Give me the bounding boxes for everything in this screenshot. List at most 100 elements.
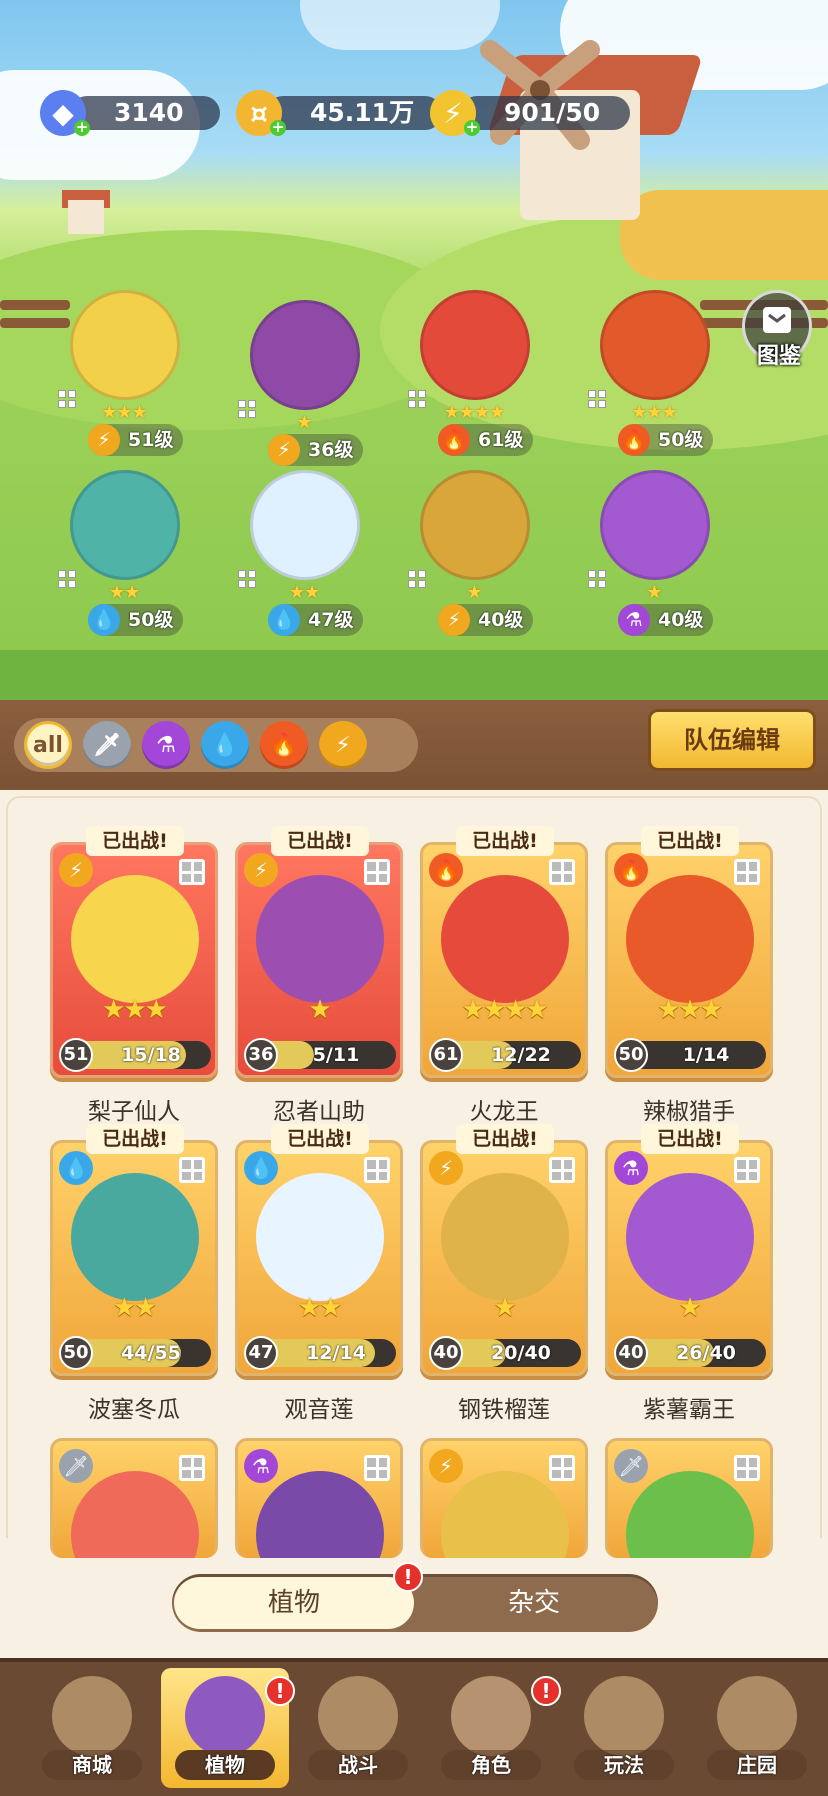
star-rating: ★★ — [112, 1293, 158, 1323]
deployed-badge: 已出战! — [456, 826, 554, 856]
water-icon: 💧 — [244, 1151, 278, 1185]
plant-name: 忍者山助 — [273, 1099, 365, 1125]
nav-alert-badge: ! — [265, 1676, 295, 1706]
team-plant-sprite[interactable] — [420, 470, 530, 580]
plant-portrait — [71, 875, 199, 1003]
team-edit-button[interactable]: 队伍编辑 — [648, 709, 816, 771]
plant-card[interactable]: ⚡ ★ 36 5/11 — [235, 842, 403, 1078]
star-rating: ★★★★ — [461, 995, 548, 1025]
team-plant-sprite[interactable] — [250, 300, 360, 410]
plant-card[interactable]: ⚡ ★ 40 20/40 — [420, 1140, 588, 1376]
water-icon: 💧 — [88, 604, 120, 636]
filter-fire[interactable]: 🔥 — [260, 721, 308, 769]
plant-name: 紫薯霸王 — [643, 1397, 735, 1423]
formation-grid-icon — [364, 1455, 390, 1481]
card-progress-text: 44/55 — [121, 1342, 181, 1364]
nav-label: 战斗 — [308, 1750, 408, 1780]
plant-card[interactable]: ⚗ — [235, 1438, 403, 1558]
plant-card[interactable]: 💧 ★★ 47 12/14 — [235, 1140, 403, 1376]
lightning-icon: ⚡ — [268, 434, 300, 466]
fence — [0, 300, 70, 310]
hybrid-alert-badge: ! — [393, 1562, 423, 1592]
team-plant-sprite[interactable] — [600, 470, 710, 580]
windmill-icon — [470, 20, 610, 160]
deployed-badge: 已出战! — [86, 826, 184, 856]
nav-alert-badge: ! — [531, 1676, 561, 1706]
manor-icon — [717, 1676, 797, 1756]
fence — [0, 318, 70, 328]
plant-card[interactable]: ⚡ — [420, 1438, 588, 1558]
lightning-icon: ⚡ — [438, 604, 470, 636]
filter-sword[interactable]: 🗡 — [83, 721, 131, 769]
upgrade-progress-bar: 50 1/14 — [614, 1038, 766, 1072]
filter-lightning[interactable]: ⚡ — [319, 721, 367, 769]
star-rating: ★ — [646, 582, 662, 603]
lightning-icon: ⚡ — [429, 1449, 463, 1483]
team-plant-sprite[interactable] — [70, 290, 180, 400]
card-progress-text: 20/40 — [491, 1342, 551, 1364]
nav-manor[interactable]: 庄园 — [693, 1668, 821, 1788]
upgrade-progress-bar: 40 26/40 — [614, 1336, 766, 1370]
deployed-badge: 已出战! — [641, 1124, 739, 1154]
nav-battle[interactable]: 战斗 — [294, 1668, 422, 1788]
plant-card[interactable]: 🔥 ★★★★ 61 12/22 — [420, 842, 588, 1078]
small-house — [68, 200, 104, 234]
deployed-badge: 已出战! — [271, 1124, 369, 1154]
shop-icon — [52, 1676, 132, 1756]
deployed-badge: 已出战! — [86, 1124, 184, 1154]
nav-gameplay[interactable]: 玩法 — [560, 1668, 688, 1788]
formation-grid-icon — [364, 859, 390, 885]
plant-portrait — [256, 1471, 384, 1558]
star-rating: ★★★ — [657, 995, 723, 1025]
star-rating: ★ — [493, 1293, 516, 1323]
filter-poison[interactable]: ⚗ — [142, 721, 190, 769]
plant-portrait — [626, 875, 754, 1003]
card-level-badge: 61 — [429, 1038, 463, 1072]
tab-plants[interactable]: 植物 — [174, 1577, 414, 1629]
formation-grid-icon — [549, 1455, 575, 1481]
filter-water[interactable]: 💧 — [201, 721, 249, 769]
nav-label: 庄园 — [707, 1750, 807, 1780]
plant-card[interactable]: 🗡 — [50, 1438, 218, 1558]
plant-card[interactable]: 🗡 — [605, 1438, 773, 1558]
tab-hybrid[interactable]: 杂交 — [414, 1577, 654, 1629]
card-progress-text: 12/22 — [491, 1044, 551, 1066]
plant-name: 钢铁榴莲 — [458, 1397, 550, 1423]
add-coins-icon[interactable]: + — [270, 120, 286, 136]
add-gems-icon[interactable]: + — [74, 120, 90, 136]
plant-card[interactable]: 💧 ★★ 50 44/55 — [50, 1140, 218, 1376]
team-plant-sprite[interactable] — [420, 290, 530, 400]
formation-grid-icon — [179, 1157, 205, 1183]
card-level-badge: 40 — [429, 1336, 463, 1370]
gems-counter: 3140 — [70, 96, 220, 130]
star-rating: ★ — [296, 412, 312, 433]
lightning-icon: ⚡ — [335, 732, 351, 758]
formation-grid-icon — [549, 1157, 575, 1183]
plant-card[interactable]: ⚡ ★★★ 51 15/18 — [50, 842, 218, 1078]
upgrade-progress-bar: 50 44/55 — [59, 1336, 211, 1370]
card-progress-text: 15/18 — [121, 1044, 181, 1066]
team-plant-sprite[interactable] — [600, 290, 710, 400]
plant-card[interactable]: ⚗ ★ 40 26/40 — [605, 1140, 773, 1376]
filter-all[interactable]: all — [24, 721, 72, 769]
water-icon: 💧 — [59, 1151, 93, 1185]
plant-portrait — [626, 1173, 754, 1301]
plant-card[interactable]: 🔥 ★★★ 50 1/14 — [605, 842, 773, 1078]
nav-shop[interactable]: 商城 — [28, 1668, 156, 1788]
filter-all-label: all — [33, 732, 63, 758]
add-energy-icon[interactable]: + — [464, 120, 480, 136]
star-rating: ★★★★ — [443, 402, 506, 423]
plant-name: 火龙王 — [469, 1099, 539, 1125]
lightning-icon: ⚡ — [244, 853, 278, 887]
team-plant-sprite[interactable] — [250, 470, 360, 580]
star-rating: ★ — [466, 582, 482, 603]
upgrade-progress-bar: 47 12/14 — [244, 1336, 396, 1370]
team-plant-sprite[interactable] — [70, 470, 180, 580]
grass-edge — [0, 650, 828, 700]
fire-icon: 🔥 — [614, 853, 648, 887]
star-rating: ★ — [678, 1293, 701, 1323]
coins-counter: 45.11万 — [266, 96, 442, 130]
plant-name: 观音莲 — [284, 1397, 354, 1423]
card-level-badge: 50 — [59, 1336, 93, 1370]
card-progress-text: 1/14 — [682, 1044, 730, 1066]
